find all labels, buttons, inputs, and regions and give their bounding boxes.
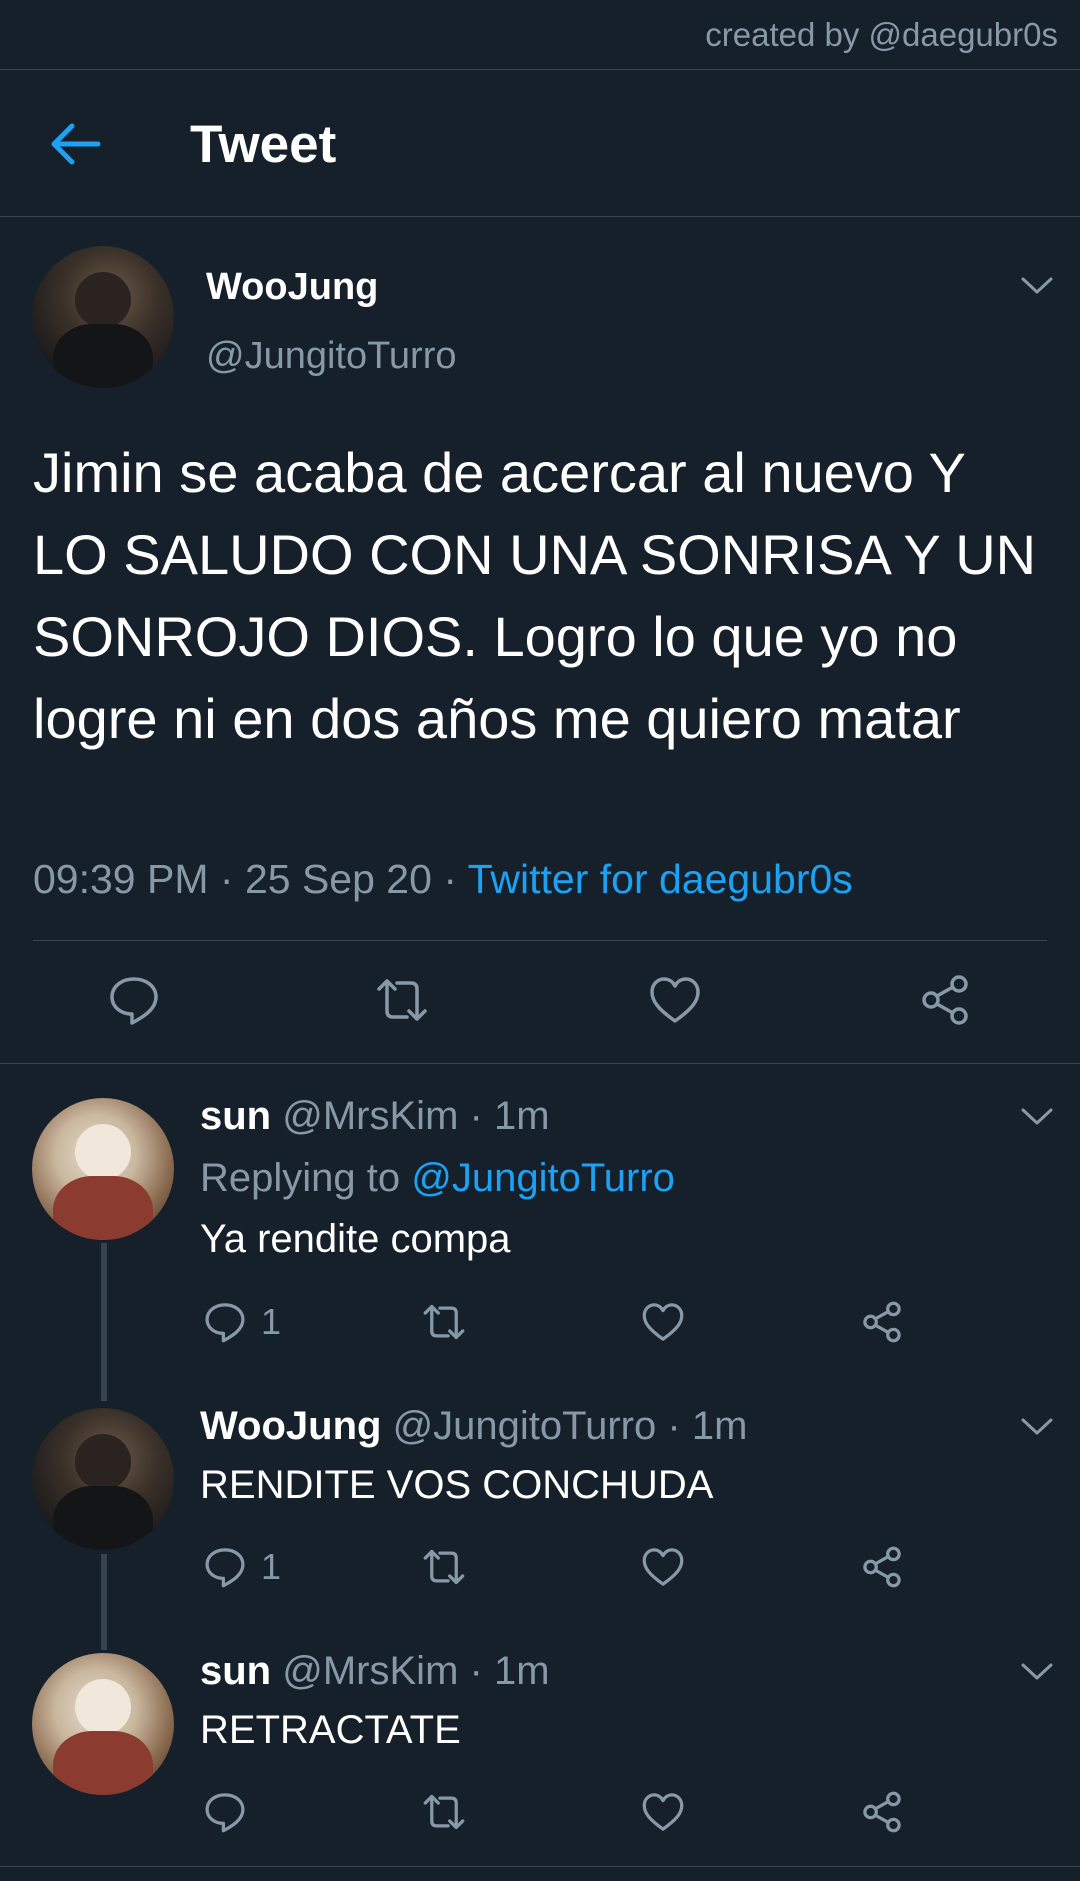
meta-separator: · — [219, 856, 234, 902]
share-button[interactable] — [860, 1545, 904, 1589]
comment-icon — [205, 1793, 245, 1833]
retweet-button[interactable] — [422, 1545, 466, 1589]
reply-button[interactable]: 1 — [203, 1300, 281, 1344]
reply-header: WooJung @JungitoTurro · 1m — [200, 1404, 747, 1449]
like-button[interactable] — [641, 1790, 685, 1834]
author-handle[interactable]: @JungitoTurro — [206, 335, 457, 378]
arrow-left-icon — [51, 123, 101, 165]
retweet-button[interactable] — [375, 973, 429, 1027]
avatar[interactable] — [32, 1653, 174, 1795]
comment-icon — [205, 1548, 245, 1588]
chevron-down-icon[interactable] — [1020, 276, 1054, 296]
tweet-source-link[interactable]: Twitter for daegubr0s — [468, 856, 853, 902]
heart-icon — [642, 1548, 684, 1586]
replying-to-label: Replying to — [200, 1156, 401, 1200]
bottom-divider — [0, 1866, 1080, 1867]
like-button[interactable] — [641, 1300, 685, 1344]
reply-author-name[interactable]: sun — [200, 1094, 271, 1138]
thread-line — [101, 1243, 107, 1401]
share-icon — [863, 1546, 901, 1588]
reply-author-handle[interactable]: @JungitoTurro — [393, 1404, 657, 1448]
chevron-down-icon[interactable] — [1020, 1107, 1054, 1127]
reply-author-handle[interactable]: @MrsKim — [282, 1094, 458, 1138]
tweet-time: 09:39 PM — [33, 856, 209, 902]
reply-header: sun @MrsKim · 1m — [200, 1094, 550, 1139]
page-title: Tweet — [190, 115, 337, 174]
reply-author-name[interactable]: WooJung — [200, 1404, 381, 1448]
thread-line — [101, 1554, 107, 1650]
retweet-icon — [423, 1794, 465, 1830]
meta-separator: · — [469, 1649, 483, 1693]
meta-separator: · — [667, 1404, 681, 1448]
author-name[interactable]: WooJung — [206, 266, 378, 309]
share-icon — [863, 1791, 901, 1833]
reply-text: Ya rendite compa — [200, 1217, 511, 1261]
meta-separator: · — [469, 1094, 483, 1138]
avatar[interactable] — [32, 1408, 174, 1550]
share-icon — [922, 975, 968, 1025]
chevron-down-icon[interactable] — [1020, 1662, 1054, 1682]
mention-link[interactable]: @JungitoTurro — [411, 1156, 675, 1200]
avatar[interactable] — [32, 1098, 174, 1240]
reply-button[interactable] — [107, 973, 161, 1027]
reply-text: RENDITE VOS CONCHUDA — [200, 1463, 714, 1507]
reply-time: 1m — [691, 1404, 748, 1448]
back-button[interactable] — [46, 120, 102, 168]
reply-button[interactable]: 1 — [203, 1545, 281, 1589]
chevron-down-icon[interactable] — [1020, 1417, 1054, 1437]
heart-icon — [650, 977, 700, 1023]
share-button[interactable] — [918, 973, 972, 1027]
main-tweet-divider — [0, 1063, 1080, 1064]
like-button[interactable] — [641, 1545, 685, 1589]
like-button[interactable] — [648, 973, 702, 1027]
meta-divider — [33, 940, 1047, 941]
comment-icon — [110, 977, 158, 1025]
header-divider — [0, 216, 1080, 217]
retweet-icon — [423, 1549, 465, 1585]
reply-author-handle[interactable]: @MrsKim — [282, 1649, 458, 1693]
share-button[interactable] — [860, 1300, 904, 1344]
comment-icon — [205, 1303, 245, 1343]
tweet-meta: 09:39 PM · 25 Sep 20 · Twitter for daegu… — [33, 856, 853, 903]
meta-separator: · — [443, 856, 457, 902]
reply-author-name[interactable]: sun — [200, 1649, 271, 1693]
reply-count: 1 — [261, 1546, 282, 1587]
share-button[interactable] — [860, 1790, 904, 1834]
avatar[interactable] — [32, 246, 174, 388]
tweet-text: Jimin se acaba de acercar al nuevo Y LO … — [33, 441, 1037, 750]
retweet-icon — [423, 1304, 465, 1340]
share-icon — [863, 1301, 901, 1343]
retweet-icon — [377, 979, 427, 1021]
reply-button[interactable] — [203, 1790, 247, 1834]
retweet-button[interactable] — [422, 1790, 466, 1834]
app-header: Tweet — [0, 70, 1080, 216]
heart-icon — [642, 1793, 684, 1831]
reply-text: RETRACTATE — [200, 1708, 461, 1752]
reply-time: 1m — [493, 1094, 550, 1138]
reply-time: 1m — [493, 1649, 550, 1693]
reply-header: sun @MrsKim · 1m — [200, 1649, 550, 1694]
tweet-date: 25 Sep 20 — [244, 856, 432, 902]
watermark-credit: created by @daegubr0s — [705, 16, 1058, 53]
heart-icon — [642, 1303, 684, 1341]
retweet-button[interactable] — [422, 1300, 466, 1344]
replying-to: Replying to @JungitoTurro — [200, 1156, 675, 1201]
reply-count: 1 — [261, 1301, 282, 1342]
